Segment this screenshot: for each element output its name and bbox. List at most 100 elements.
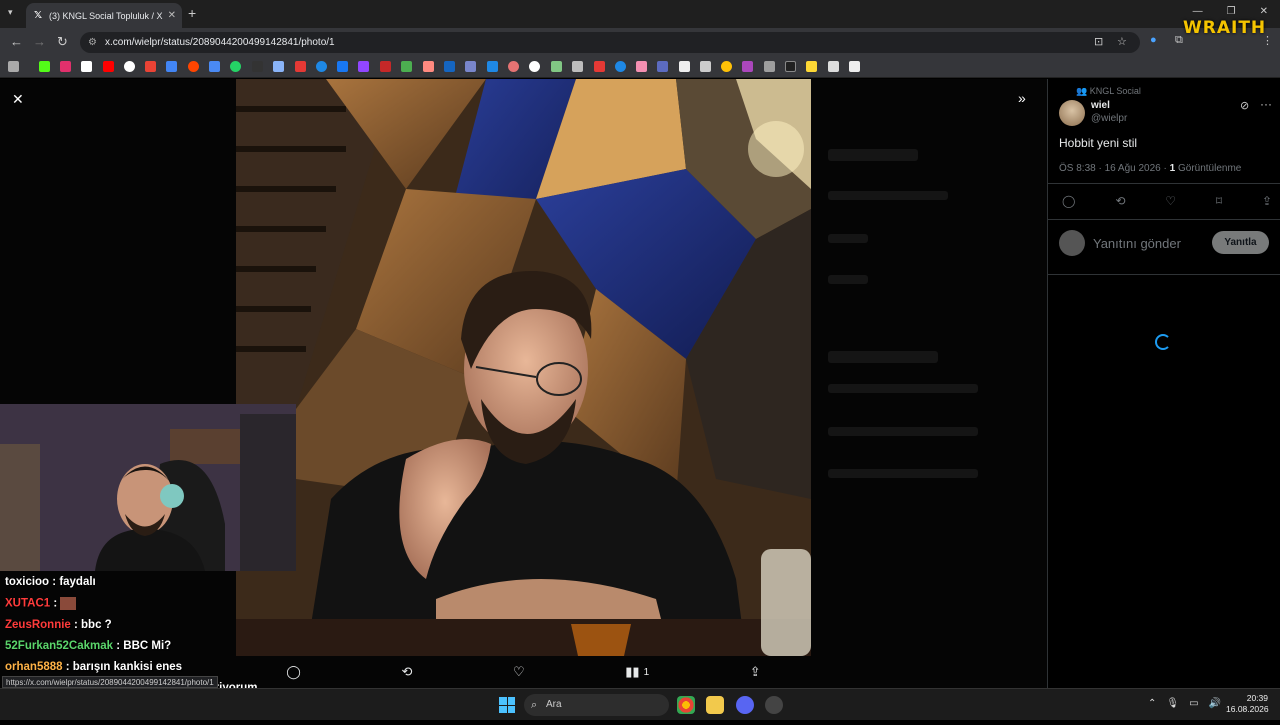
extensions-puzzle-icon[interactable]: ⧉ [1175,34,1183,47]
bookmark-icon[interactable] [679,61,690,72]
extension-icon[interactable]: ● [1150,34,1157,46]
microphone-icon[interactable]: 🎙 [1166,698,1179,709]
clock-time: 20:39 [1246,693,1268,703]
bookmark-icon[interactable] [594,61,605,72]
taskbar-search[interactable]: ⌕ Ara [524,694,669,716]
address-bar[interactable]: ⚙ x.com/wielpr/status/208904420049914284… [80,32,1140,53]
volume-icon[interactable]: 🔊 [1209,698,1221,709]
like-icon[interactable]: ♡ [513,664,525,680]
reply-input[interactable]: Yanıtını gönder [1093,236,1181,251]
reply-icon[interactable]: ◯ [1062,194,1075,208]
bookmark-icon[interactable] [337,61,348,72]
bookmark-icon[interactable]: ⌑ [1216,194,1222,208]
start-windows-icon[interactable] [499,697,515,713]
bookmark-icon[interactable] [508,61,519,72]
chat-message: 52Furkan52Cakmak : BBC Mi? [5,640,305,661]
divider [1048,183,1280,184]
bookmark-icon[interactable] [615,61,626,72]
bookmark-icon[interactable] [828,61,839,72]
bookmark-icon[interactable] [209,61,220,72]
new-tab-icon[interactable]: + [188,5,196,21]
window-controls: — ❐ ✕ [1193,6,1268,17]
chat-message: ZeusRonnie : bbc ? [5,619,305,640]
like-icon[interactable]: ♡ [1165,194,1176,208]
bookmark-icon[interactable] [572,61,583,72]
more-options-icon[interactable]: ··· [1260,97,1272,111]
divider [1048,274,1280,275]
bookmark-icon[interactable] [103,61,114,72]
share-icon[interactable]: ⇪ [1262,194,1272,208]
url-text: x.com/wielpr/status/2089044200499142841/… [105,37,335,48]
bookmark-icon[interactable] [806,61,817,72]
bookmark-icon[interactable] [487,61,498,72]
photo-image [236,79,811,656]
file-explorer-icon[interactable] [706,696,724,714]
bookmark-icon[interactable] [423,61,434,72]
window-close-icon[interactable]: ✕ [1260,6,1268,17]
tweet-photo[interactable] [236,79,811,656]
wraith-logo: WRAITH [1183,18,1267,38]
author-handle[interactable]: @wielpr [1091,113,1127,124]
bookmark-icon[interactable] [551,61,562,72]
maximize-icon[interactable]: ❐ [1227,6,1236,17]
reply-button[interactable]: Yanıtla [1212,231,1269,254]
close-photo-icon[interactable]: ✕ [12,91,24,108]
retweet-icon[interactable]: ⟲ [401,664,412,680]
app-icon[interactable] [765,696,783,714]
views-button[interactable]: ▮▮ 1 [625,664,649,680]
bookmark-icon[interactable] [230,61,241,72]
bookmark-icon[interactable] [849,61,860,72]
browser-tabstrip: ▾ 𝕏 (3) KNGL Social Topluluk / X ✕ + — ❐… [0,0,1280,28]
chrome-icon[interactable] [677,696,695,714]
apps-grid-icon[interactable] [8,61,19,72]
chat-username: XUTAC1 [5,597,51,610]
install-app-icon[interactable]: ⊡ [1094,32,1103,53]
bookmark-icon[interactable] [145,61,156,72]
bookmark-icon[interactable] [380,61,391,72]
taskbar-clock[interactable]: 20:39 16.08.2026 [1226,693,1269,715]
bookmark-icon[interactable] [785,61,796,72]
tweet-timestamp[interactable]: ÖS 8:38 · 16 Ağu 2026 · [1059,163,1170,174]
display-icon[interactable]: ▭ [1189,698,1198,709]
tab-close-icon[interactable]: ✕ [168,10,176,21]
community-label[interactable]: 👥 KNGL Social [1076,86,1141,97]
tweet-sidebar: 👥 KNGL Social wiel @wielpr ⊘ ··· Hobbit … [1047,79,1280,688]
grok-icon[interactable]: ⊘ [1240,99,1249,112]
search-label: Ara [546,699,562,710]
bookmark-icon[interactable] [358,61,369,72]
forward-icon[interactable]: → [33,34,46,49]
author-name[interactable]: wiel [1091,100,1110,111]
retweet-icon[interactable]: ⟲ [1115,194,1125,208]
discord-icon[interactable] [736,696,754,714]
bookmark-icon[interactable] [273,61,284,72]
bookmark-icon[interactable] [742,61,753,72]
reload-icon[interactable]: ↻ [57,34,68,50]
bookmark-icon[interactable] [316,61,327,72]
show-hidden-icons-icon[interactable]: ⌃ [1148,698,1156,709]
back-icon[interactable]: ← [10,34,23,49]
bookmark-icon[interactable] [401,61,412,72]
bookmark-icon[interactable] [444,61,455,72]
author-avatar[interactable] [1059,100,1085,126]
bookmark-icon[interactable] [529,61,540,72]
bookmark-star-icon[interactable]: ☆ [1117,32,1127,53]
tab-search-icon[interactable]: ▾ [8,7,13,18]
bookmark-icon[interactable] [721,61,732,72]
bookmark-icon[interactable] [700,61,711,72]
bookmark-icon[interactable] [188,61,199,72]
bookmark-icon[interactable] [657,61,668,72]
bookmark-icon[interactable] [124,61,135,72]
bookmark-icon[interactable] [465,61,476,72]
bookmark-icon[interactable] [636,61,647,72]
share-icon[interactable]: ⇪ [750,664,761,680]
site-info-icon[interactable]: ⚙ [88,32,97,53]
bookmark-icon[interactable] [81,61,92,72]
bookmark-icon[interactable] [60,61,71,72]
bookmark-icon[interactable] [252,61,263,72]
bookmark-icon[interactable] [39,61,50,72]
bookmark-icon[interactable] [166,61,177,72]
minimize-icon[interactable]: — [1193,6,1203,17]
bookmark-icon[interactable] [764,61,775,72]
bookmark-icon[interactable] [295,61,306,72]
browser-tab-active[interactable]: 𝕏 (3) KNGL Social Topluluk / X ✕ [26,3,182,28]
